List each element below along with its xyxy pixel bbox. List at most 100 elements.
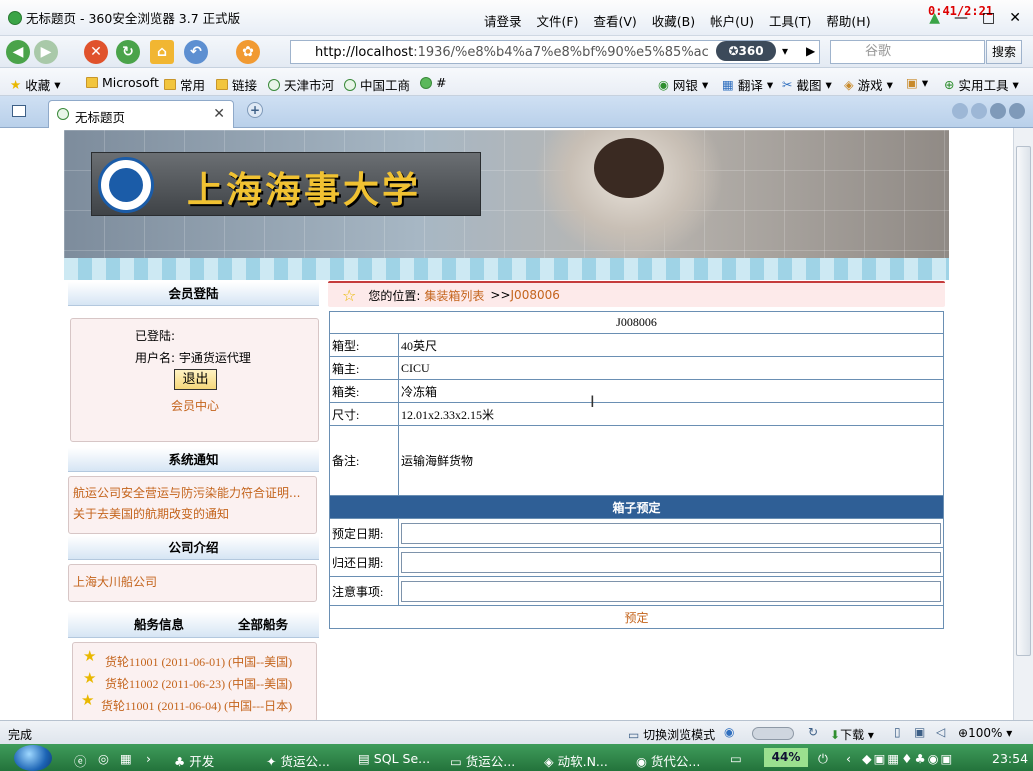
device-icon[interactable]: ▯ bbox=[894, 725, 901, 739]
vertical-scrollbar[interactable] bbox=[1013, 128, 1033, 720]
tab-scroll-controls[interactable] bbox=[952, 103, 1025, 119]
company-item[interactable]: 上海大川船公司 bbox=[73, 573, 157, 590]
tool-games[interactable]: ◈ 游戏 ▾ bbox=[844, 75, 893, 94]
close-all-icon[interactable] bbox=[1009, 103, 1025, 119]
refresh-icon[interactable]: ↻ bbox=[808, 725, 818, 739]
forward-button[interactable]: ▶ bbox=[34, 40, 58, 64]
search-button[interactable]: 搜索 bbox=[986, 40, 1022, 64]
quicklaunch-360-icon[interactable]: ◎ bbox=[98, 751, 109, 766]
breadcrumb-link[interactable]: 集装箱列表 bbox=[424, 287, 484, 304]
ie-mode-icon[interactable]: ◉ bbox=[724, 725, 734, 739]
task-dongruan[interactable]: ◈ 动软.N... bbox=[544, 751, 608, 770]
menu-login[interactable]: 请登录 bbox=[484, 11, 522, 30]
task-sql[interactable]: ▤ SQL Se... bbox=[358, 751, 430, 766]
book-button[interactable]: 预定 bbox=[624, 611, 648, 625]
task-freight-1[interactable]: ✦ 货运公... bbox=[266, 751, 330, 770]
fav-common[interactable]: 常用 bbox=[164, 75, 205, 94]
system-tray-icons[interactable]: ◆▣▦♦♣◉▣ bbox=[862, 751, 954, 766]
battery-indicator[interactable]: 44% bbox=[764, 748, 808, 767]
tab-close-icon[interactable]: ✕ bbox=[213, 106, 225, 122]
app-icon: ▣ bbox=[906, 75, 918, 90]
fav-collect[interactable]: ★ 收藏 ▾ bbox=[10, 75, 61, 94]
table-row: 归还日期: bbox=[329, 547, 944, 577]
go-icon[interactable]: ▶ bbox=[806, 44, 815, 58]
task-freight-browser[interactable]: ◉ 货代公... bbox=[636, 751, 700, 770]
tool-utilities[interactable]: ⊕ 实用工具 ▾ bbox=[944, 75, 1019, 94]
notes-input[interactable] bbox=[401, 580, 941, 602]
keyboard-icon[interactable]: ▭ bbox=[730, 751, 742, 766]
wave-decoration bbox=[64, 258, 949, 280]
tab-untitled[interactable]: 无标题页 ✕ bbox=[48, 100, 234, 128]
back-button[interactable]: ◀ bbox=[6, 40, 30, 64]
undo-close-button[interactable]: ↶ bbox=[184, 40, 208, 64]
tool-misc[interactable]: ▣ ▾ bbox=[906, 75, 928, 90]
fav-hash[interactable]: # bbox=[420, 75, 446, 90]
all-ships-link[interactable]: 全部船务 bbox=[238, 613, 288, 637]
fav-icbc[interactable]: 中国工商 bbox=[344, 75, 410, 94]
logout-button[interactable]: 退出 bbox=[174, 369, 217, 390]
member-center-link[interactable]: 会员中心 bbox=[171, 397, 219, 414]
skin-icon[interactable]: ▲ bbox=[929, 10, 940, 26]
quicklaunch-desktop-icon[interactable]: ▦ bbox=[120, 751, 132, 766]
member-panel: 会员登陆 bbox=[68, 282, 319, 306]
box-owner: CICU bbox=[398, 356, 944, 380]
stop-button[interactable]: ✕ bbox=[84, 40, 108, 64]
menu-file[interactable]: 文件(F) bbox=[537, 11, 579, 30]
return-date-input[interactable] bbox=[401, 551, 941, 573]
quicklaunch-ie-icon[interactable]: ⓔ bbox=[74, 751, 87, 770]
booking-date-input[interactable] bbox=[401, 522, 941, 544]
tab-right-icon[interactable] bbox=[971, 103, 987, 119]
minimize-button[interactable]: — bbox=[954, 10, 968, 26]
menu-account[interactable]: 帐户(U) bbox=[710, 11, 754, 30]
task-freight-folder[interactable]: ▭ 货运公... bbox=[450, 751, 515, 770]
menu-favorites[interactable]: 收藏(B) bbox=[652, 11, 695, 30]
tool-bank[interactable]: ◉ 网银 ▾ bbox=[658, 75, 708, 94]
page-icon bbox=[57, 108, 69, 120]
breadcrumb: ☆ 您的位置: 集装箱列表 >> J008006 bbox=[328, 281, 945, 307]
task-dev[interactable]: ♣ 开发 bbox=[174, 751, 214, 770]
box-remark: 运输海鲜货物 bbox=[398, 425, 944, 496]
start-button[interactable] bbox=[14, 745, 52, 771]
tool-translate[interactable]: ▦ 翻译 ▾ bbox=[722, 75, 773, 94]
new-tab-button[interactable]: + bbox=[247, 102, 263, 118]
screen-icon[interactable]: ▣ bbox=[914, 725, 925, 739]
notice-item[interactable]: 航运公司安全营运与防污染能力符合证明... bbox=[73, 484, 300, 501]
tray-expand-icon[interactable]: ‹ bbox=[846, 751, 851, 766]
refresh-button[interactable]: ↻ bbox=[116, 40, 140, 64]
sidebar-toggle-icon[interactable] bbox=[12, 105, 26, 117]
paw-icon[interactable]: ✿ bbox=[236, 40, 260, 64]
download-button[interactable]: ⬇下载 ▾ bbox=[830, 726, 874, 743]
box-type: 40英尺 bbox=[398, 333, 944, 357]
window-controls: ▲ — □ ✕ bbox=[929, 10, 1021, 26]
toggle-switch[interactable] bbox=[752, 727, 794, 740]
translate-icon: ▦ bbox=[722, 77, 734, 92]
ship-item[interactable]: 货轮11001 (2011-06-04) (中国---日本) bbox=[101, 697, 292, 714]
menu-view[interactable]: 查看(V) bbox=[593, 11, 636, 30]
quicklaunch-more-icon[interactable]: › bbox=[146, 751, 151, 766]
tab-list-icon[interactable] bbox=[990, 103, 1006, 119]
ship-item[interactable]: 货轮11002 (2011-06-23) (中国--美国) bbox=[105, 675, 292, 692]
menu-help[interactable]: 帮助(H) bbox=[826, 11, 870, 30]
security-badge[interactable]: ✪360 bbox=[716, 41, 776, 61]
close-button[interactable]: ✕ bbox=[1009, 10, 1021, 26]
notice-item[interactable]: 关于去美国的航期改变的通知 bbox=[73, 505, 229, 522]
company-box: 上海大川船公司 bbox=[68, 564, 317, 602]
plug-icon[interactable]: ⏻ bbox=[818, 751, 828, 767]
maximize-button[interactable]: □ bbox=[982, 10, 995, 26]
zoom-control[interactable]: ⊕100% ▾ bbox=[958, 726, 1012, 740]
fav-microsoft[interactable]: Microsoft bbox=[86, 75, 159, 90]
scrollbar-thumb[interactable] bbox=[1016, 146, 1031, 656]
fav-tianjin[interactable]: 天津市河 bbox=[268, 75, 334, 94]
home-button[interactable]: ⌂ bbox=[150, 40, 174, 64]
search-input[interactable]: 谷歌 bbox=[830, 40, 985, 64]
table-row: 尺寸: 12.01x2.33x2.15米 bbox=[329, 402, 944, 426]
tool-screenshot[interactable]: ✂ 截图 ▾ bbox=[782, 75, 832, 94]
switch-mode-button[interactable]: ▭ 切换浏览模式 bbox=[628, 726, 715, 743]
ship-item[interactable]: 货轮11001 (2011-06-01) (中国--美国) bbox=[105, 653, 292, 670]
tab-left-icon[interactable] bbox=[952, 103, 968, 119]
menu-tools[interactable]: 工具(T) bbox=[769, 11, 811, 30]
fav-links[interactable]: 链接 bbox=[216, 75, 257, 94]
scissors-icon: ✂ bbox=[782, 77, 793, 92]
volume-icon[interactable]: ◁ bbox=[936, 725, 945, 739]
url-dropdown-icon[interactable]: ▾ bbox=[782, 44, 788, 58]
